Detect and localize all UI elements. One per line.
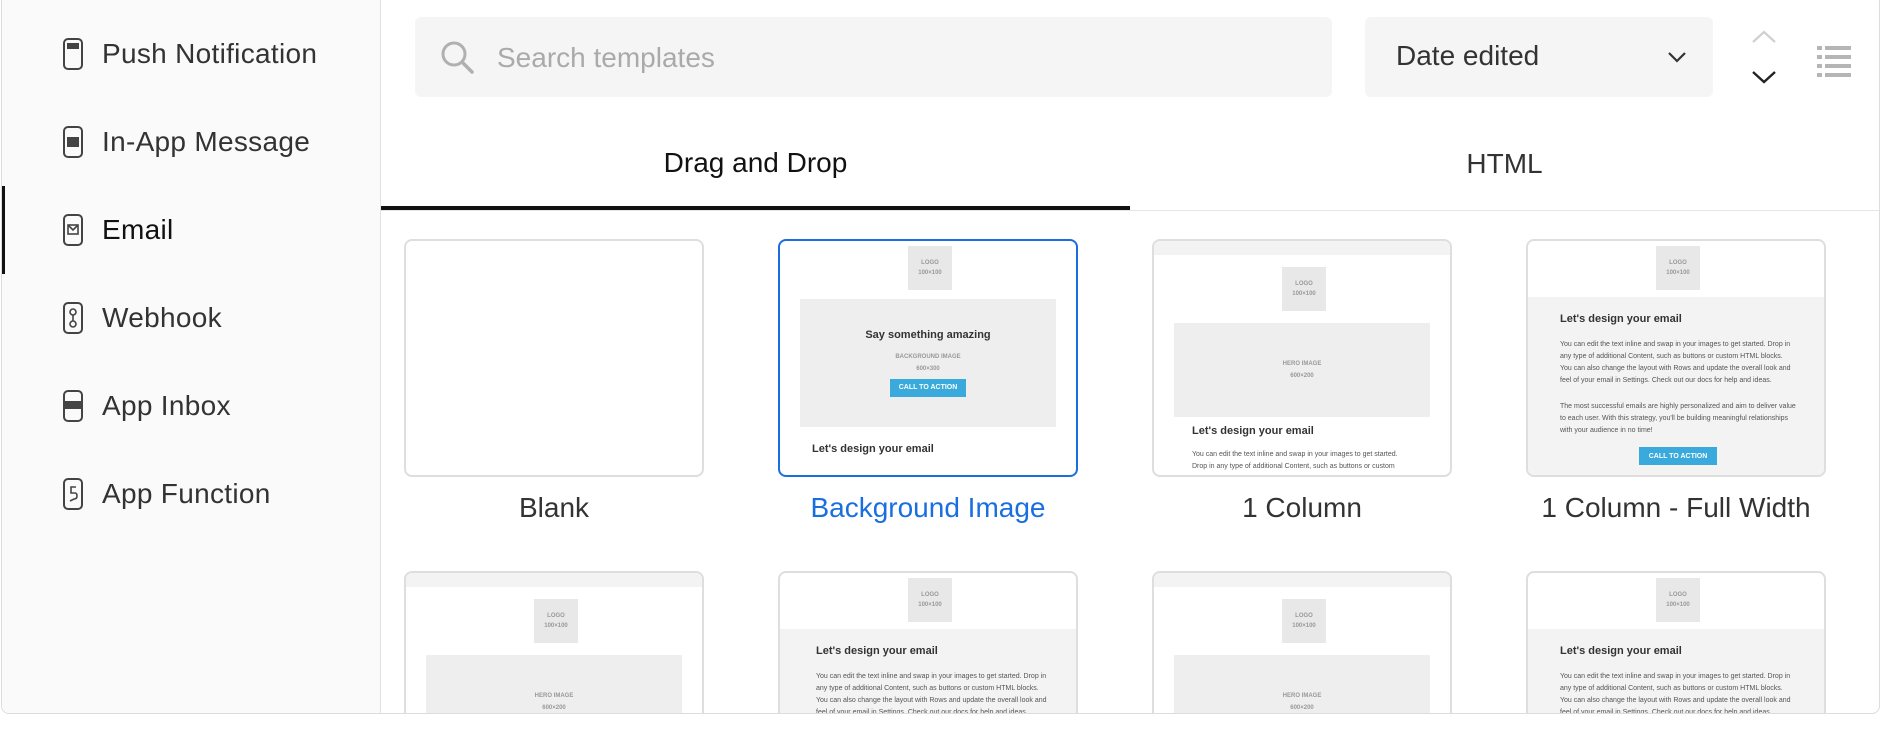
logo-placeholder: LOGO 100×100 — [1656, 246, 1700, 290]
template-main: Date edited Drag and Drop HTML Blank — [381, 0, 1879, 713]
preview-heading: Let's design your email — [816, 645, 938, 657]
template-title: 1 Column — [1242, 492, 1362, 523]
list-view-icon[interactable] — [1817, 44, 1851, 78]
active-indicator — [2, 186, 5, 274]
sort-dropdown[interactable]: Date edited — [1365, 17, 1713, 97]
search-input[interactable] — [495, 17, 1319, 99]
preview-heading: Let's design your email — [1192, 425, 1314, 437]
logo-placeholder: LOGO 100×100 — [534, 599, 578, 643]
preview-body: You can edit the text inline and swap in… — [1192, 451, 1398, 470]
template-title: 1 Column - Full Width — [1541, 492, 1811, 523]
email-icon — [63, 214, 83, 246]
preview-heading: Let's design your email — [812, 443, 934, 455]
template-card-1-column-full-width[interactable]: LOGO 100×100 Let's design your email You … — [1526, 239, 1826, 477]
logo-placeholder: LOGO 100×100 — [908, 246, 952, 290]
sidebar-item-app-inbox[interactable]: App Inbox — [2, 362, 380, 450]
template-card[interactable]: LOGO 100×100 HERO IMAGE 600×200 — [404, 571, 704, 713]
hero-image-placeholder: HERO IMAGE 600×200 — [426, 655, 682, 713]
sidebar-item-label: App Function — [102, 478, 271, 509]
preview-body: You can edit the text inline and swap in… — [816, 673, 1047, 714]
push-notification-icon — [63, 38, 83, 70]
hero-image-placeholder: HERO IMAGE 600×200 — [1174, 323, 1430, 417]
template-title: Background Image — [810, 492, 1046, 523]
sort-order-toggle[interactable] — [1749, 28, 1779, 88]
template-card-1-column[interactable]: LOGO 100×100 HERO IMAGE 600×200 Let's desi… — [1152, 239, 1452, 477]
sidebar-item-app-function[interactable]: App Function — [2, 450, 380, 538]
app-function-icon — [63, 478, 83, 510]
preview-heading: Let's design your email — [1560, 313, 1682, 325]
preview-body: You can edit the text inline and swap in… — [1560, 341, 1791, 384]
in-app-message-icon — [63, 126, 83, 158]
app-inbox-icon — [63, 390, 83, 422]
template-card[interactable]: LOGO 100×100 Let's design your email You … — [1526, 571, 1826, 714]
sort-descending-icon — [1752, 71, 1776, 84]
sidebar-item-in-app-message[interactable]: In-App Message — [2, 98, 380, 186]
search-box — [415, 17, 1332, 99]
logo-placeholder: LOGO 100×100 — [1282, 599, 1326, 643]
sidebar-item-label: App Inbox — [102, 390, 231, 421]
logo-placeholder: LOGO 100×100 — [1282, 267, 1326, 311]
template-title: Blank — [518, 492, 590, 523]
sidebar-item-label: Webhook — [102, 302, 222, 333]
chevron-down-icon — [1668, 52, 1686, 63]
cta-button-preview: CALL TO ACTION — [890, 379, 966, 397]
search-icon — [441, 41, 474, 74]
sidebar-item-label: Push Notification — [102, 38, 318, 69]
logo-placeholder: LOGO 100×100 — [1656, 578, 1700, 622]
cta-button-preview: CALL TO ACTION — [1639, 447, 1717, 465]
template-card-blank[interactable] — [404, 239, 704, 477]
preview-body: You can edit the text inline and swap in… — [1560, 673, 1791, 714]
sidebar-item-label: In-App Message — [102, 126, 311, 157]
template-card-background-image[interactable]: LOGO 100×100 Say something amazing BACKGR… — [778, 239, 1078, 477]
preview-heading: Let's design your email — [1560, 645, 1682, 657]
sidebar-item-email[interactable]: Email — [2, 186, 380, 274]
logo-placeholder: LOGO 100×100 — [908, 578, 952, 622]
tab-html[interactable]: HTML — [1130, 120, 1879, 208]
background-image-placeholder: Say something amazing BACKGROUND IMAGE 6… — [800, 299, 1056, 427]
preview-body-2: The most successful emails are highly pe… — [1560, 403, 1796, 434]
sidebar-item-label: Email — [102, 214, 174, 245]
webhook-icon — [63, 302, 83, 334]
hero-image-placeholder: HERO IMAGE 600×200 — [1174, 655, 1430, 713]
channel-sidebar: Push Notification In-App Message Email W… — [2, 0, 381, 713]
sort-ascending-icon — [1752, 30, 1776, 43]
sidebar-item-webhook[interactable]: Webhook — [2, 274, 380, 362]
editor-type-tabs: Drag and Drop HTML — [381, 120, 1879, 211]
template-card[interactable]: LOGO 100×100 HERO IMAGE 600×200 — [1152, 571, 1452, 713]
sidebar-item-push-notification[interactable]: Push Notification — [2, 10, 380, 98]
template-picker-panel: Push Notification In-App Message Email W… — [1, 0, 1880, 714]
sort-dropdown-label: Date edited — [1396, 40, 1540, 71]
template-card[interactable]: LOGO 100×100 Let's design your email You … — [778, 571, 1078, 714]
tab-drag-and-drop[interactable]: Drag and Drop — [381, 120, 1130, 210]
